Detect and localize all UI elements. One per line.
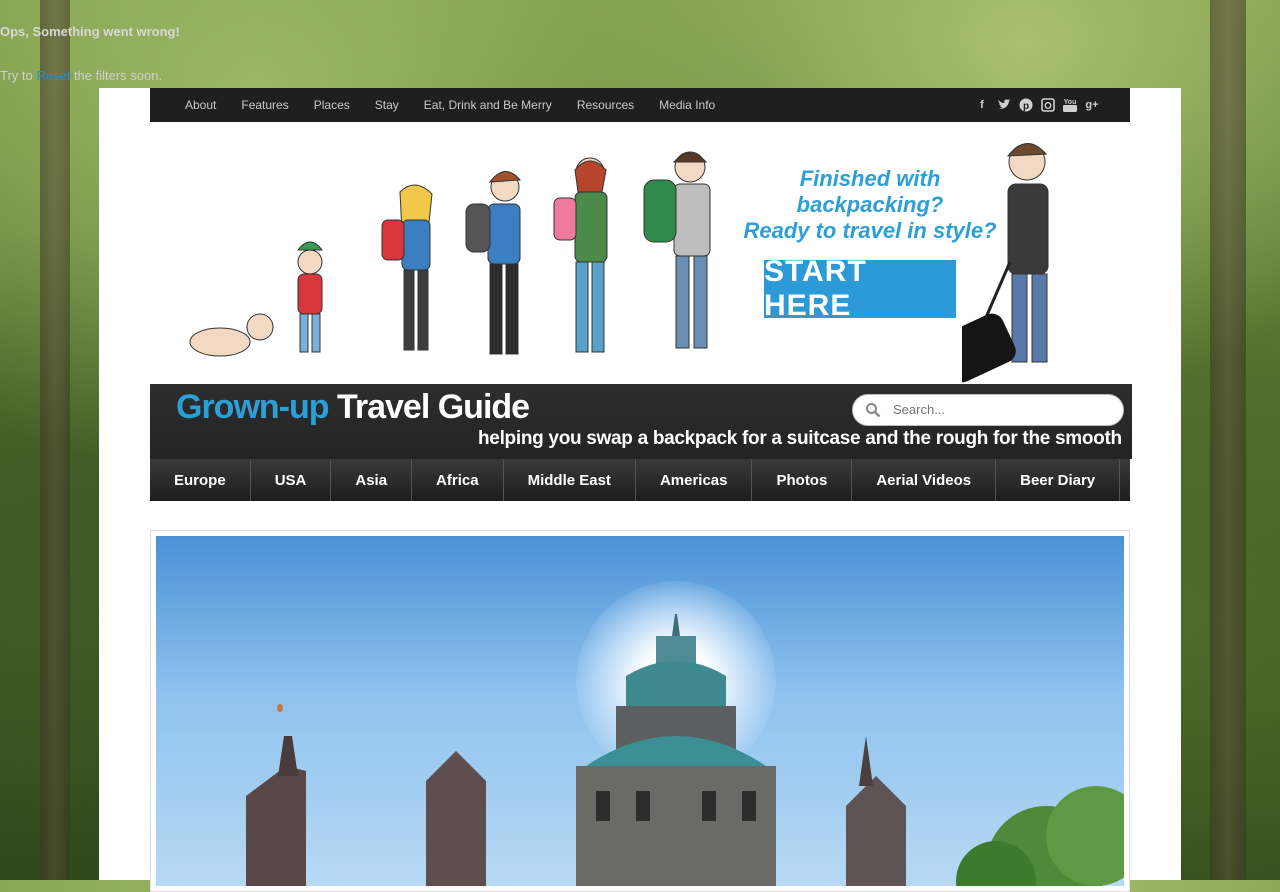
facebook-icon[interactable]: f [974,97,990,113]
nav-usa[interactable]: USA [251,459,332,501]
nav-middle-east[interactable]: Middle East [504,459,636,501]
nav-europe[interactable]: Europe [150,459,251,501]
topnav-media-info[interactable]: Media Info [659,98,715,112]
nav-aerial-videos[interactable]: Aerial Videos [852,459,997,501]
instagram-icon[interactable] [1040,97,1056,113]
site-logo[interactable]: Grown-up Travel Guide [176,388,530,427]
search-input[interactable] [891,401,1115,418]
site-header: Grown-up Travel Guide helping you swap a… [150,384,1132,459]
nav-africa[interactable]: Africa [412,459,504,501]
city-hall-illustration [246,614,1124,886]
svg-text:You: You [1064,99,1077,106]
tree-trunk [40,0,70,880]
main-nav: Europe USA Asia Africa Middle East Ameri… [150,459,1130,501]
topnav-about[interactable]: About [185,98,216,112]
topnav-places[interactable]: Places [314,98,350,112]
tree-trunk [1210,0,1246,880]
pinterest-icon[interactable]: p [1018,97,1034,113]
traveller-with-suitcase-illustration [962,143,1049,383]
search-box [852,394,1124,426]
error-message: Try to Reset the filters soon. [0,68,163,83]
top-nav: About Features Places Stay Eat, Drink an… [150,88,1130,122]
page-container: About Features Places Stay Eat, Drink an… [99,88,1181,892]
nav-americas[interactable]: Americas [636,459,753,501]
reset-link[interactable]: Reset [36,68,70,83]
topnav-eat-drink[interactable]: Eat, Drink and Be Merry [424,98,552,112]
topnav-resources[interactable]: Resources [577,98,634,112]
nav-asia[interactable]: Asia [331,459,413,501]
twitter-icon[interactable] [996,97,1012,113]
banner-headline: Finished with backpacking? Ready to trav… [743,166,997,243]
topnav-stay[interactable]: Stay [375,98,399,112]
google-plus-icon[interactable]: g+ [1084,97,1100,113]
nav-beer-diary[interactable]: Beer Diary [996,459,1121,501]
site-tagline: helping you swap a backpack for a suitca… [478,428,1122,449]
evolution-illustration [189,151,711,357]
topnav-features[interactable]: Features [241,98,288,112]
featured-post [150,530,1130,892]
search-icon[interactable] [865,402,881,418]
featured-image[interactable] [156,536,1124,886]
promo-banner[interactable]: Finished with backpacking? Ready to trav… [150,122,1132,384]
error-title: Ops, Something went wrong! [0,24,180,39]
svg-text:p: p [1023,101,1029,112]
start-here-button[interactable]: START HERE [764,255,956,322]
nav-photos[interactable]: Photos [752,459,853,501]
youtube-icon[interactable]: You [1062,97,1078,113]
